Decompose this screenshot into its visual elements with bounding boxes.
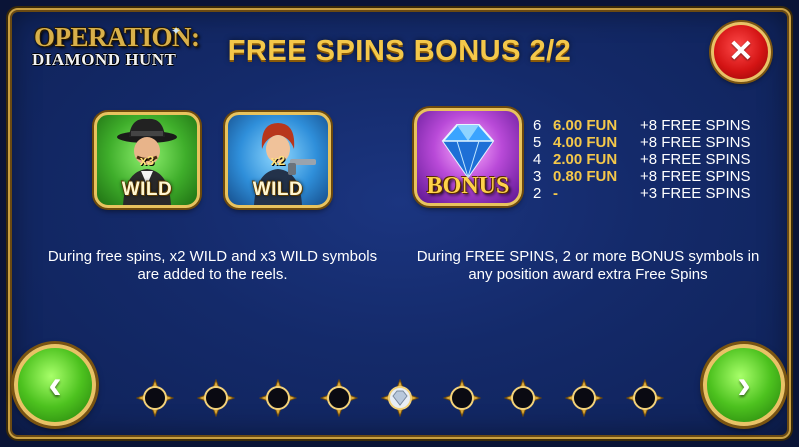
paytable-row: 2 - +3 FREE SPINS: [533, 185, 763, 202]
symbol-count: 6: [533, 117, 542, 134]
symbol-count: 5: [533, 134, 542, 151]
page-dot[interactable]: [196, 378, 236, 418]
page-dot[interactable]: [564, 378, 604, 418]
payout-value: 2.00 FUN: [553, 151, 618, 168]
free-spins-award: +3 FREE SPINS: [640, 185, 751, 202]
bonus-paytable: 6 6.00 FUN +8 FREE SPINS 5 4.00 FUN +8 F…: [533, 117, 763, 202]
payout-value: -: [553, 185, 558, 202]
close-button[interactable]: ✕: [711, 22, 771, 82]
page-dot[interactable]: [135, 378, 175, 418]
next-page-button[interactable]: ›: [703, 344, 785, 426]
page-dot[interactable]: [503, 378, 543, 418]
chevron-right-icon: ›: [737, 363, 751, 407]
payout-value: 6.00 FUN: [553, 117, 618, 134]
page-title: FREE SPINS BONUS 2/2: [227, 35, 572, 67]
chevron-left-icon: ‹: [48, 363, 62, 407]
page-dot[interactable]: [258, 378, 298, 418]
wild-multiplier: x2: [270, 153, 286, 168]
bonus-label: BONUS: [426, 173, 510, 199]
payout-value: 4.00 FUN: [553, 134, 618, 151]
bonus-symbol: BONUS: [414, 108, 522, 206]
page-dot-active[interactable]: [380, 378, 420, 418]
free-spins-award: +8 FREE SPINS: [640, 134, 751, 151]
paytable-row: 5 4.00 FUN +8 FREE SPINS: [533, 134, 763, 151]
wild-label: WILD: [121, 179, 173, 200]
page-dot[interactable]: [625, 378, 665, 418]
free-spins-award: +8 FREE SPINS: [640, 151, 751, 168]
close-icon: ✕: [728, 35, 754, 68]
wild-x2-symbol: x2 WILD: [225, 112, 331, 208]
symbol-count: 4: [533, 151, 542, 168]
payout-value: 0.80 FUN: [553, 168, 618, 185]
paytable-row: 6 6.00 FUN +8 FREE SPINS: [533, 117, 763, 134]
free-spins-award: +8 FREE SPINS: [640, 117, 751, 134]
paytable-row: 4 2.00 FUN +8 FREE SPINS: [533, 151, 763, 168]
wild-multiplier: x3: [139, 153, 155, 168]
symbol-count: 3: [533, 168, 542, 185]
wild-x3-symbol: x3 WILD: [94, 112, 200, 208]
wild-description: During free spins, x2 WILD and x3 WILD s…: [47, 248, 378, 283]
symbol-count: 2: [533, 185, 542, 202]
previous-page-button[interactable]: ‹: [14, 344, 96, 426]
page-dot[interactable]: [319, 378, 359, 418]
free-spins-award: +8 FREE SPINS: [640, 168, 751, 185]
page-dot[interactable]: [442, 378, 482, 418]
bonus-description: During FREE SPINS, 2 or more BONUS symbo…: [416, 248, 760, 283]
paytable-row: 3 0.80 FUN +8 FREE SPINS: [533, 168, 763, 185]
wild-label: WILD: [252, 179, 304, 200]
